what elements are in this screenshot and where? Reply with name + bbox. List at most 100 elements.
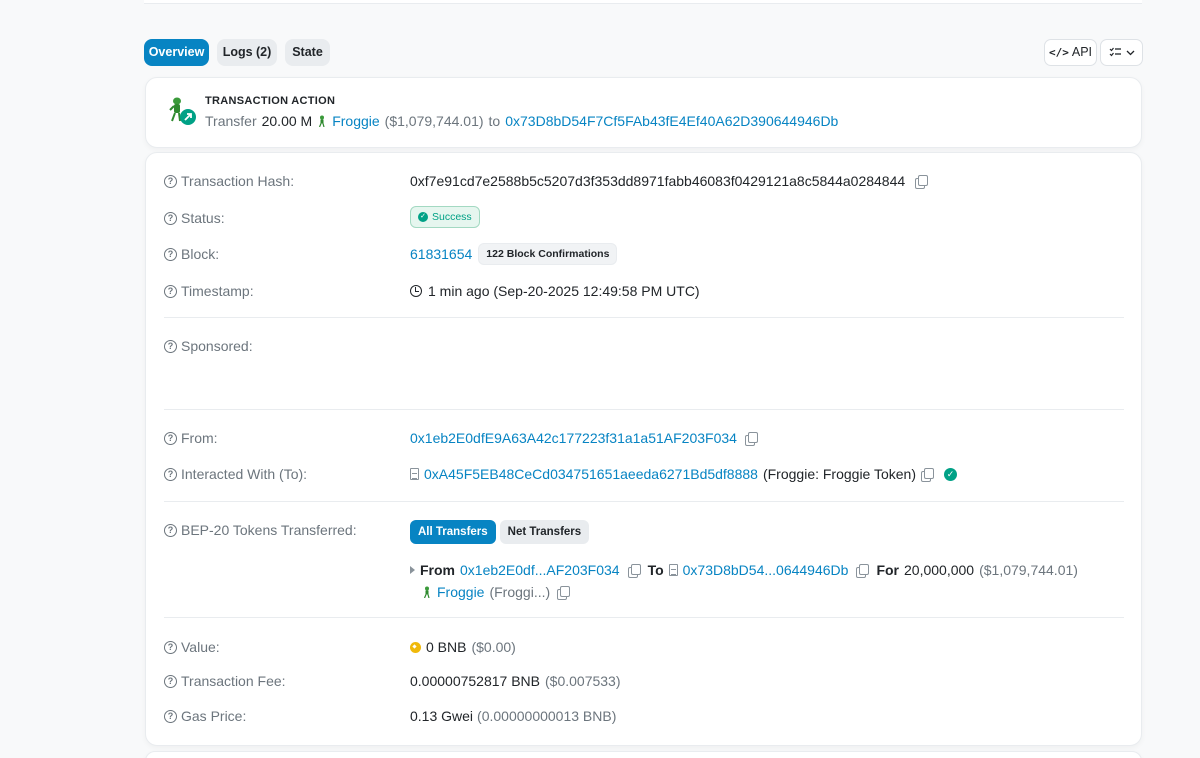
transfer-token-symbol: (Froggi...): [489, 584, 551, 600]
help-icon[interactable]: ?: [164, 431, 177, 445]
contract-file-icon: [668, 564, 678, 576]
from-label: ? From:: [164, 430, 218, 446]
action-verb: Transfer: [205, 113, 257, 129]
transfer-from-word: From: [420, 562, 455, 578]
transfer-token-row: Froggie (Froggi...): [422, 584, 571, 600]
value-label: ? Value:: [164, 639, 220, 655]
froggie-token-icon: [319, 115, 325, 127]
token-transfer-row: From 0x1eb2E0df...AF203F034 To 0x73D8bD5…: [410, 562, 1078, 578]
contract-name: (Froggie: Froggie Token): [762, 466, 917, 482]
help-icon[interactable]: ?: [164, 284, 177, 298]
sponsored-label-text: Sponsored:: [181, 338, 253, 354]
gas-price-label-text: Gas Price:: [181, 708, 247, 724]
check-circle-icon: ✓: [418, 212, 428, 222]
block-number-link[interactable]: 61831654: [410, 246, 472, 262]
transaction-action-summary: Transfer 20.00 M Froggie ($1,079,744.01)…: [205, 113, 838, 129]
copy-icon[interactable]: [915, 175, 929, 189]
gas-price: 0.13 Gwei: [410, 708, 474, 724]
tab-state[interactable]: State: [285, 39, 330, 66]
action-amount: 20.00 M: [261, 113, 313, 129]
block-value-row: 61831654 122 Block Confirmations: [410, 243, 618, 265]
transfer-to-word: To: [647, 562, 664, 578]
tab-net-transfers[interactable]: Net Transfers: [499, 520, 590, 544]
timestamp-label: ? Timestamp:: [164, 283, 254, 299]
value-amount: 0 BNB: [426, 639, 467, 655]
caret-right-icon[interactable]: [410, 566, 415, 574]
copy-icon[interactable]: [744, 432, 758, 446]
action-token-link[interactable]: Froggie: [332, 113, 379, 129]
api-label: API: [1071, 45, 1093, 59]
fee-row: 0.00000752817 BNB ($0.007533): [410, 673, 621, 689]
value-row: 0 BNB ($0.00): [410, 639, 516, 655]
tab-bar: Overview Logs (2) State </> API: [144, 39, 1143, 66]
timestamp-value-row: 1 min ago (Sep-20-2025 12:49:58 PM UTC): [410, 283, 700, 299]
help-icon[interactable]: ?: [164, 709, 177, 723]
divider: [164, 617, 1124, 618]
tab-overview[interactable]: Overview: [144, 39, 209, 66]
action-to-word: to: [488, 113, 501, 129]
status-value-row: ✓ Success: [410, 206, 480, 228]
gas-price-detail: (0.00000000013 BNB): [477, 708, 617, 724]
tab-all-transfers[interactable]: All Transfers: [410, 520, 496, 544]
action-to-address-link[interactable]: 0x73D8bD54F7Cf5FAb43fE4Ef40A62D390644946…: [505, 113, 838, 129]
confirmations-badge: 122 Block Confirmations: [478, 243, 618, 265]
from-address-link[interactable]: 0x1eb2E0dfE9A63A42c177223f31a1a51AF203F0…: [410, 430, 737, 446]
help-icon[interactable]: ?: [164, 339, 177, 353]
block-label: ? Block:: [164, 246, 219, 262]
froggie-transfer-icon: [166, 94, 198, 126]
copy-icon[interactable]: [856, 564, 870, 578]
fee-label-text: Transaction Fee:: [181, 673, 286, 689]
sponsored-label: ? Sponsored:: [164, 338, 253, 354]
api-button[interactable]: </> API: [1044, 39, 1097, 66]
transfer-amount: 20,000,000: [904, 562, 975, 578]
contract-address-link[interactable]: 0xA45F5EB48CeCd034751651aeeda6271Bd5df88…: [424, 466, 758, 482]
top-card-edge: [144, 0, 1142, 4]
divider: [164, 409, 1124, 410]
value-label-text: Value:: [181, 639, 220, 655]
options-menu-button[interactable]: [1100, 39, 1143, 66]
fee-label: ? Transaction Fee:: [164, 673, 286, 689]
transfer-for-word: For: [876, 562, 899, 578]
contract-file-icon: [410, 468, 419, 480]
interacted-with-label: ? Interacted With (To):: [164, 466, 307, 482]
help-icon[interactable]: ?: [164, 211, 177, 225]
copy-icon[interactable]: [627, 564, 641, 578]
transfer-token-link[interactable]: Froggie: [437, 584, 484, 600]
gas-price-label: ? Gas Price:: [164, 708, 246, 724]
hash-label: ? Transaction Hash:: [164, 173, 294, 189]
clock-icon: [410, 285, 422, 297]
code-icon: </>: [1048, 46, 1069, 59]
tokens-transferred-label: ? BEP-20 Tokens Transferred:: [164, 522, 357, 538]
help-icon[interactable]: ?: [164, 247, 177, 261]
tab-logs[interactable]: Logs (2): [217, 39, 277, 66]
copy-icon[interactable]: [921, 468, 935, 482]
interacted-with-label-text: Interacted With (To):: [181, 466, 308, 482]
help-icon[interactable]: ?: [164, 467, 177, 481]
help-icon[interactable]: ?: [164, 674, 177, 688]
interacted-with-value-row: 0xA45F5EB48CeCd034751651aeeda6271Bd5df88…: [410, 466, 958, 482]
fee-usd: ($0.007533): [545, 673, 621, 689]
from-label-text: From:: [181, 430, 218, 446]
gas-price-row: 0.13 Gwei (0.00000000013 BNB): [410, 708, 616, 724]
block-label-text: Block:: [181, 246, 220, 262]
hash-value-row: 0xf7e91cd7e2588b5c5207d3f353dd8971fabb46…: [410, 173, 929, 189]
help-icon[interactable]: ?: [164, 174, 177, 188]
status-badge: ✓ Success: [410, 206, 480, 228]
bnb-coin-icon: [410, 641, 421, 653]
help-icon[interactable]: ?: [164, 523, 177, 537]
hash-label-text: Transaction Hash:: [181, 173, 295, 189]
transfer-to-link[interactable]: 0x73D8bD54...0644946Db: [683, 562, 849, 578]
tokens-transferred-label-text: BEP-20 Tokens Transferred:: [181, 522, 357, 538]
transfer-from-link[interactable]: 0x1eb2E0df...AF203F034: [460, 562, 620, 578]
status-label-text: Status:: [181, 210, 225, 226]
transaction-action-title: TRANSACTION ACTION: [205, 95, 336, 107]
transfer-usd: ($1,079,744.01): [979, 562, 1078, 578]
transaction-action-card: TRANSACTION ACTION Transfer 20.00 M Frog…: [145, 77, 1142, 148]
next-card-edge: [145, 751, 1142, 758]
verified-check-icon: ✓: [944, 467, 958, 481]
divider: [164, 501, 1124, 502]
help-icon[interactable]: ?: [164, 640, 177, 654]
value-usd: ($0.00): [471, 639, 516, 655]
copy-icon[interactable]: [557, 586, 571, 600]
chevron-down-icon: [1126, 50, 1134, 55]
